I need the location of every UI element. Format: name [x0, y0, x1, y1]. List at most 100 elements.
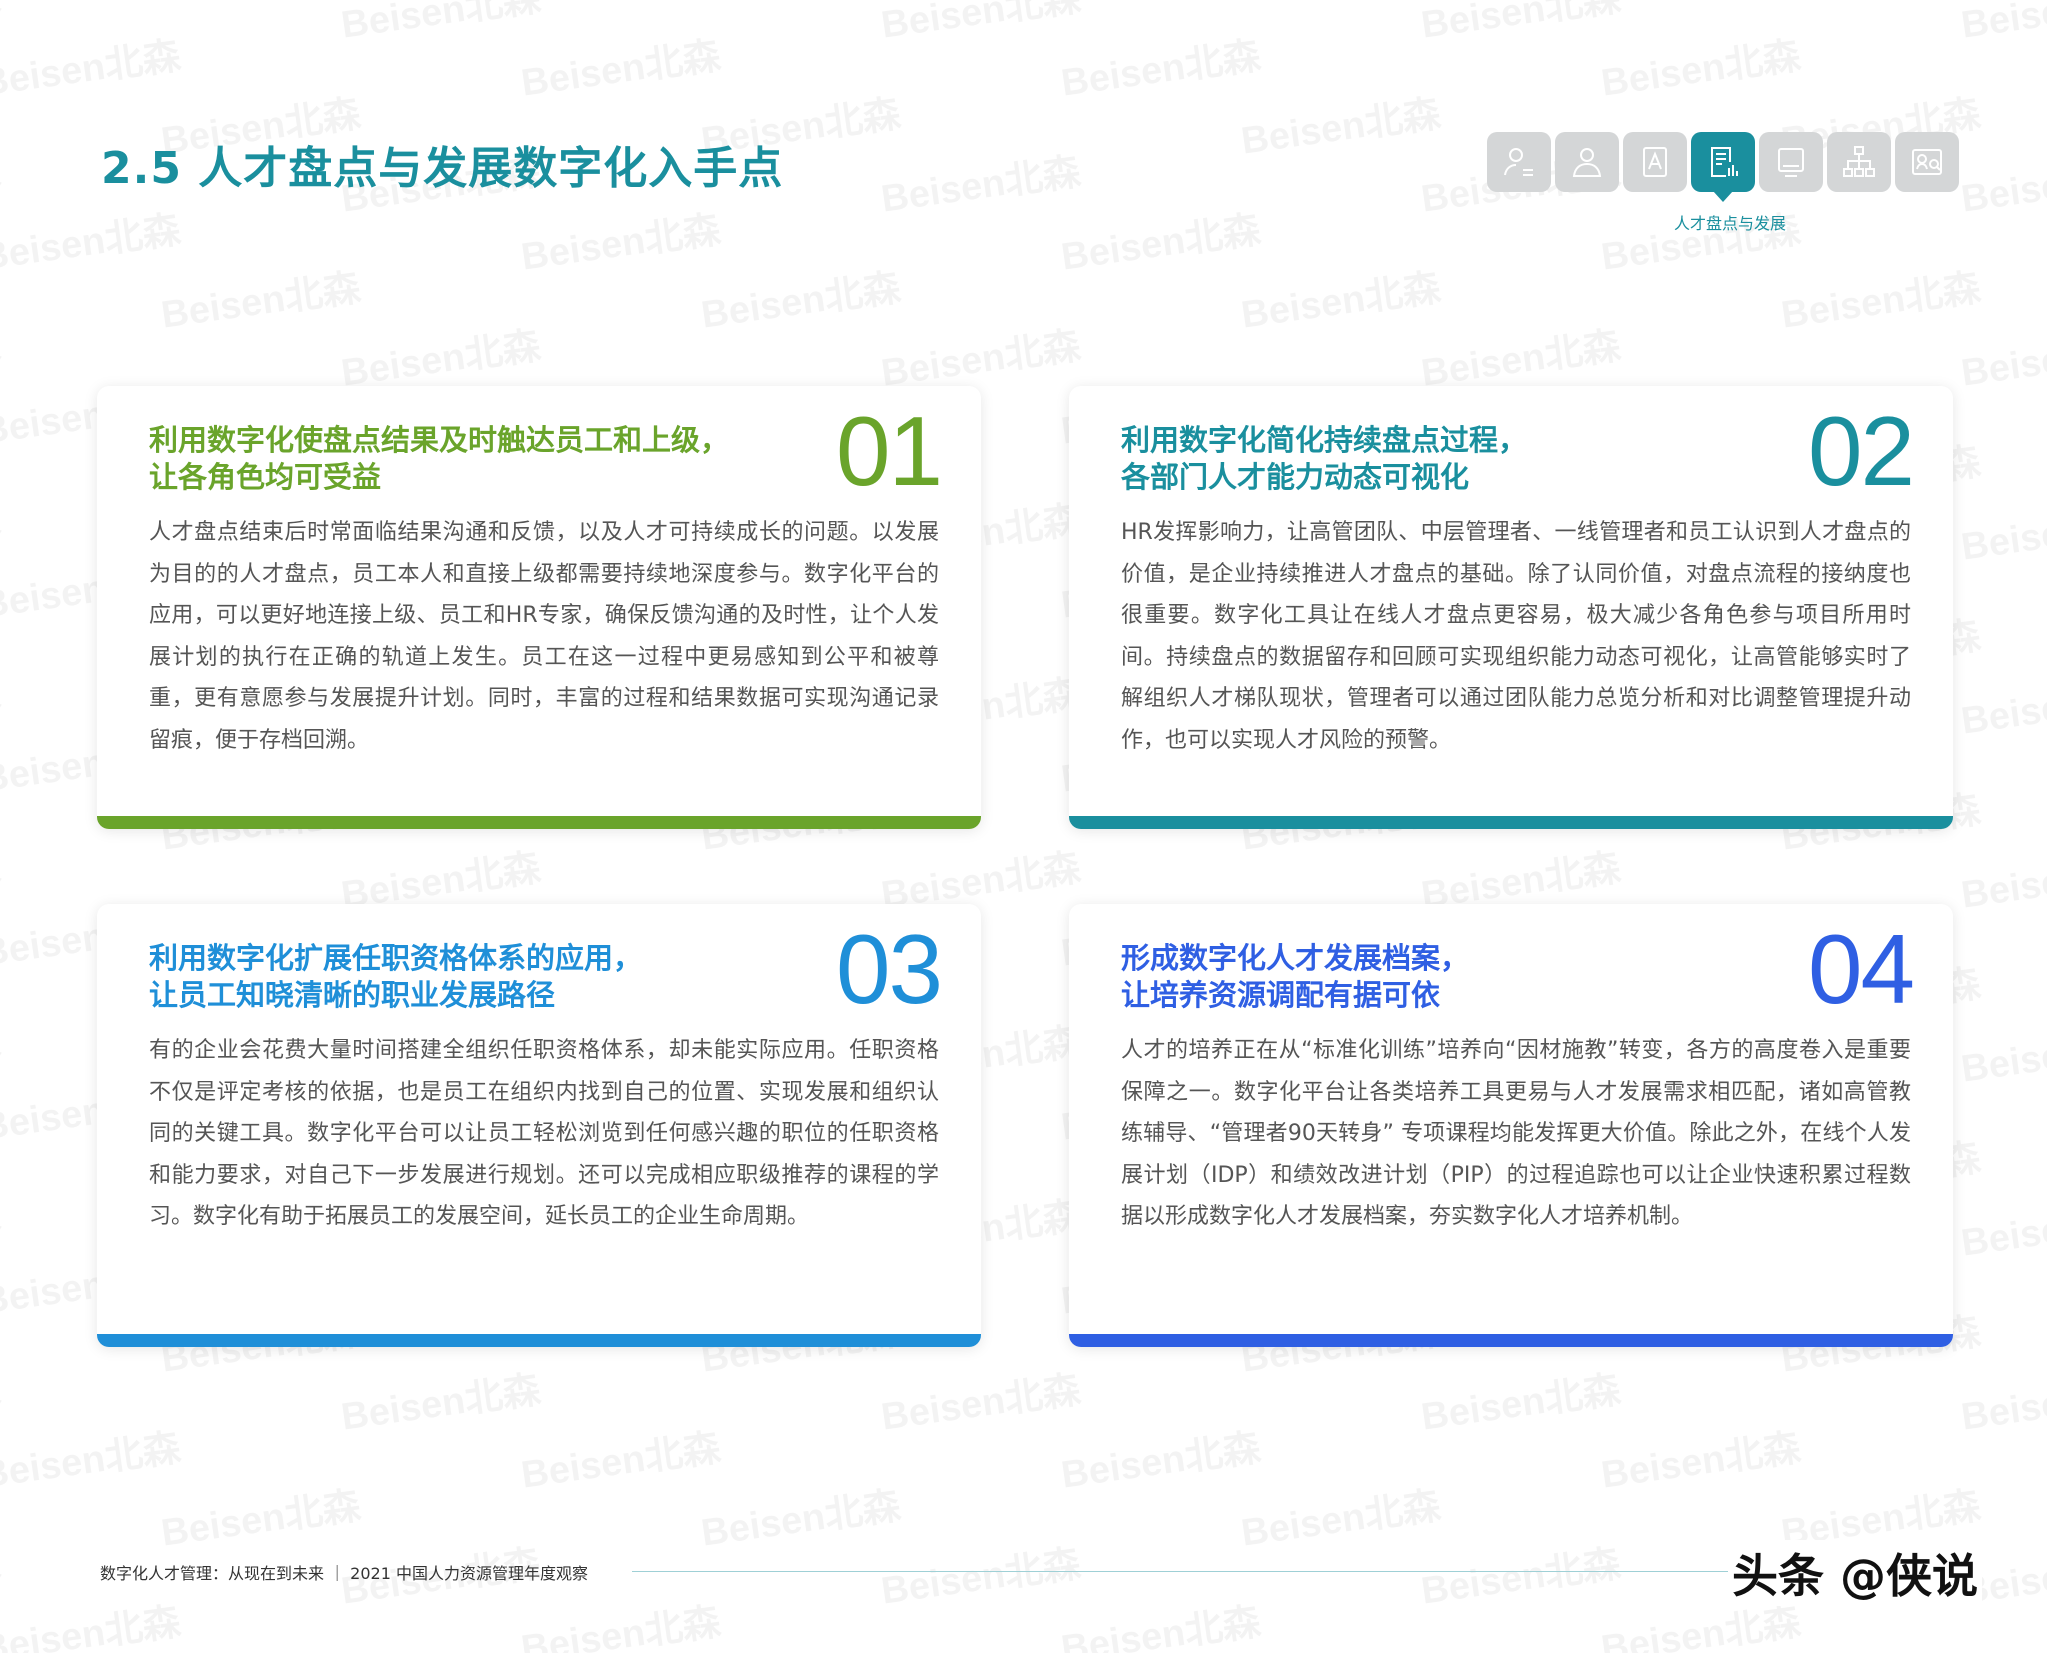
footer-divider	[632, 1571, 1742, 1572]
person-icon	[1504, 148, 1533, 176]
watermark-text: Beisen北森	[1957, 0, 2047, 49]
watermark-text: Beisen北森	[0, 1358, 3, 1440]
watermark-text: Beisen北森	[1957, 1010, 2047, 1092]
card-body: HR发挥影响力，让高管团队、中层管理者、一线管理者和员工认识到人才盘点的价值，是…	[1121, 520, 1911, 753]
watermark-text: Beisen北森	[1237, 256, 1444, 338]
watermark-text: Beisen北森	[0, 198, 183, 280]
card-accent-bar	[1069, 816, 1953, 829]
card-accent-bar	[97, 1334, 981, 1347]
card-accent-bar	[1069, 1334, 1953, 1347]
watermark-text: Beisen北森	[1777, 256, 1984, 338]
watermark-text: Beisen北森	[697, 256, 904, 338]
watermark-text: Beisen北森	[0, 1010, 3, 1092]
watermark-text: Beisen北森	[337, 314, 544, 396]
watermark-text: Beisen北森	[1417, 314, 1624, 396]
watermark-text: Beisen北森	[1957, 314, 2047, 396]
card-title-line2: 各部门人才能力动态可视化	[1121, 460, 1470, 494]
watermark-text: Beisen北森	[157, 256, 364, 338]
nav-item-talent-review[interactable]	[1691, 132, 1755, 202]
watermark-text: Beisen北森	[1057, 1590, 1264, 1653]
card-body: 人才的培养正在从“标准化训练”培养向“因材施教”转变，各方的高度卷入是重要保障之…	[1121, 1038, 1911, 1230]
watermark-text: Beisen北森	[1417, 1358, 1624, 1440]
watermark-text: Beisen北森	[0, 1590, 183, 1653]
watermark-text: Beisen北森	[517, 1416, 724, 1498]
nav-item-person[interactable]	[1487, 132, 1551, 192]
watermark-text: Beisen北森	[1417, 1532, 1624, 1614]
watermark-text: Beisen北森	[0, 836, 3, 918]
nav-item-assessment[interactable]	[1623, 132, 1687, 192]
watermark-text: Beisen北森	[0, 1532, 3, 1614]
watermark-text: Beisen北森	[517, 1590, 724, 1653]
watermark-text: Beisen北森	[1957, 836, 2047, 918]
card-title-line2: 让员工知晓清晰的职业发展路径	[149, 978, 556, 1012]
card-body: 有的企业会花费大量时间搭建全组织任职资格体系，却未能实际应用。任职资格不仅是评定…	[149, 1038, 939, 1230]
profile-card-icon	[1912, 149, 1942, 175]
card-04: 形成数字化人才发展档案， 让培养资源调配有据可依 04 人才的培养正在从“标准化…	[1069, 904, 1953, 1347]
card-body: 人才盘点结束后时常面临结果沟通和反馈，以及人才可持续成长的问题。以发展为目的的人…	[149, 520, 939, 753]
watermark-text: Beisen北森	[1957, 1184, 2047, 1266]
document-chart-icon	[1711, 147, 1738, 177]
nav-active-label: 人才盘点与发展	[1673, 214, 1786, 233]
watermark-text: Beisen北森	[337, 1358, 544, 1440]
watermark-text: Beisen北森	[877, 1358, 1084, 1440]
card-title: 利用数字化简化持续盘点过程， 各部门人才能力动态可视化	[1121, 422, 1527, 496]
watermark-text: Beisen北森	[1057, 198, 1264, 280]
watermark-text: Beisen北森	[1057, 1416, 1264, 1498]
watermark-text: Beisen北森	[1957, 662, 2047, 744]
card-title: 利用数字化使盘点结果及时触达员工和上级， 让各角色均可受益	[149, 422, 729, 496]
user-icon	[1572, 148, 1602, 177]
watermark-text: Beisen北森	[697, 1474, 904, 1556]
watermark-text: Beisen北森	[1597, 1416, 1804, 1498]
watermark-text: Beisen北森	[0, 488, 3, 570]
section-nav	[1487, 132, 1959, 202]
watermark-text: Beisen北森	[697, 1648, 903, 1653]
watermark-text: Beisen北森	[0, 140, 3, 222]
assessment-icon	[1643, 147, 1667, 177]
watermark-text: Beisen北森	[1237, 1474, 1444, 1556]
card-accent-bar	[97, 816, 981, 829]
watermark-text: Beisen北森	[1957, 488, 2047, 570]
card-title-line2: 让培养资源调配有据可依	[1121, 978, 1441, 1012]
watermark-text: Beisen北森	[0, 662, 3, 744]
card-01: 利用数字化使盘点结果及时触达员工和上级， 让各角色均可受益 01 人才盘点结束后…	[97, 386, 981, 829]
card-title-line1: 利用数字化使盘点结果及时触达员工和上级，	[149, 423, 730, 457]
watermark-text: Beisen北森	[157, 1648, 363, 1653]
watermark-text: Beisen北森	[1957, 1358, 2047, 1440]
watermark-text: Beisen北森	[517, 24, 724, 106]
nav-item-org-chart[interactable]	[1827, 132, 1891, 192]
card-title: 形成数字化人才发展档案， 让培养资源调配有据可依	[1121, 940, 1469, 1014]
page-title: 2.5 人才盘点与发展数字化入手点	[101, 143, 784, 194]
card-number: 03	[835, 914, 943, 1024]
footer-text: 数字化人才管理：从现在到未来 ｜ 2021 中国人力资源管理年度观察	[100, 1564, 588, 1583]
watermark-text: Beisen北森	[877, 0, 1084, 49]
watermark-text: Beisen北森	[1957, 140, 2047, 222]
card-number: 02	[1807, 396, 1915, 506]
nav-item-profile[interactable]	[1895, 132, 1959, 192]
nav-item-user[interactable]	[1555, 132, 1619, 192]
watermark-text: Beisen北森	[877, 314, 1084, 396]
watermark-text: Beisen北森	[1057, 24, 1264, 106]
org-chart-icon	[1843, 146, 1875, 177]
watermark-text: Beisen北森	[877, 1532, 1084, 1614]
watermark-text: Beisen北森	[1237, 82, 1444, 164]
card-title-line1: 形成数字化人才发展档案，	[1121, 941, 1470, 975]
watermark-text: Beisen北森	[337, 0, 544, 49]
watermark-text: Beisen北森	[0, 24, 183, 106]
watermark-text: Beisen北森	[0, 0, 3, 49]
watermark-text: Beisen北森	[0, 1184, 3, 1266]
watermark-text: Beisen北森	[517, 198, 724, 280]
watermark-text: Beisen北森	[1597, 24, 1804, 106]
card-title-line1: 利用数字化简化持续盘点过程，	[1121, 423, 1528, 457]
card-number: 01	[835, 396, 943, 506]
nav-item-monitor[interactable]	[1759, 132, 1823, 192]
watermark-text: Beisen北森	[0, 314, 3, 396]
watermark-text: Beisen北森	[1237, 1648, 1443, 1653]
footer-brand: 头条 @侠说	[1728, 1540, 1983, 1606]
watermark-text: Beisen北森	[1777, 1648, 1983, 1653]
monitor-icon	[1778, 148, 1804, 177]
card-02: 利用数字化简化持续盘点过程， 各部门人才能力动态可视化 02 HR发挥影响力，让…	[1069, 386, 1953, 829]
card-03: 利用数字化扩展任职资格体系的应用， 让员工知晓清晰的职业发展路径 03 有的企业…	[97, 904, 981, 1347]
card-title-line1: 利用数字化扩展任职资格体系的应用，	[149, 941, 643, 975]
card-title: 利用数字化扩展任职资格体系的应用， 让员工知晓清晰的职业发展路径	[149, 940, 642, 1014]
watermark-text: Beisen北森	[1417, 0, 1624, 49]
